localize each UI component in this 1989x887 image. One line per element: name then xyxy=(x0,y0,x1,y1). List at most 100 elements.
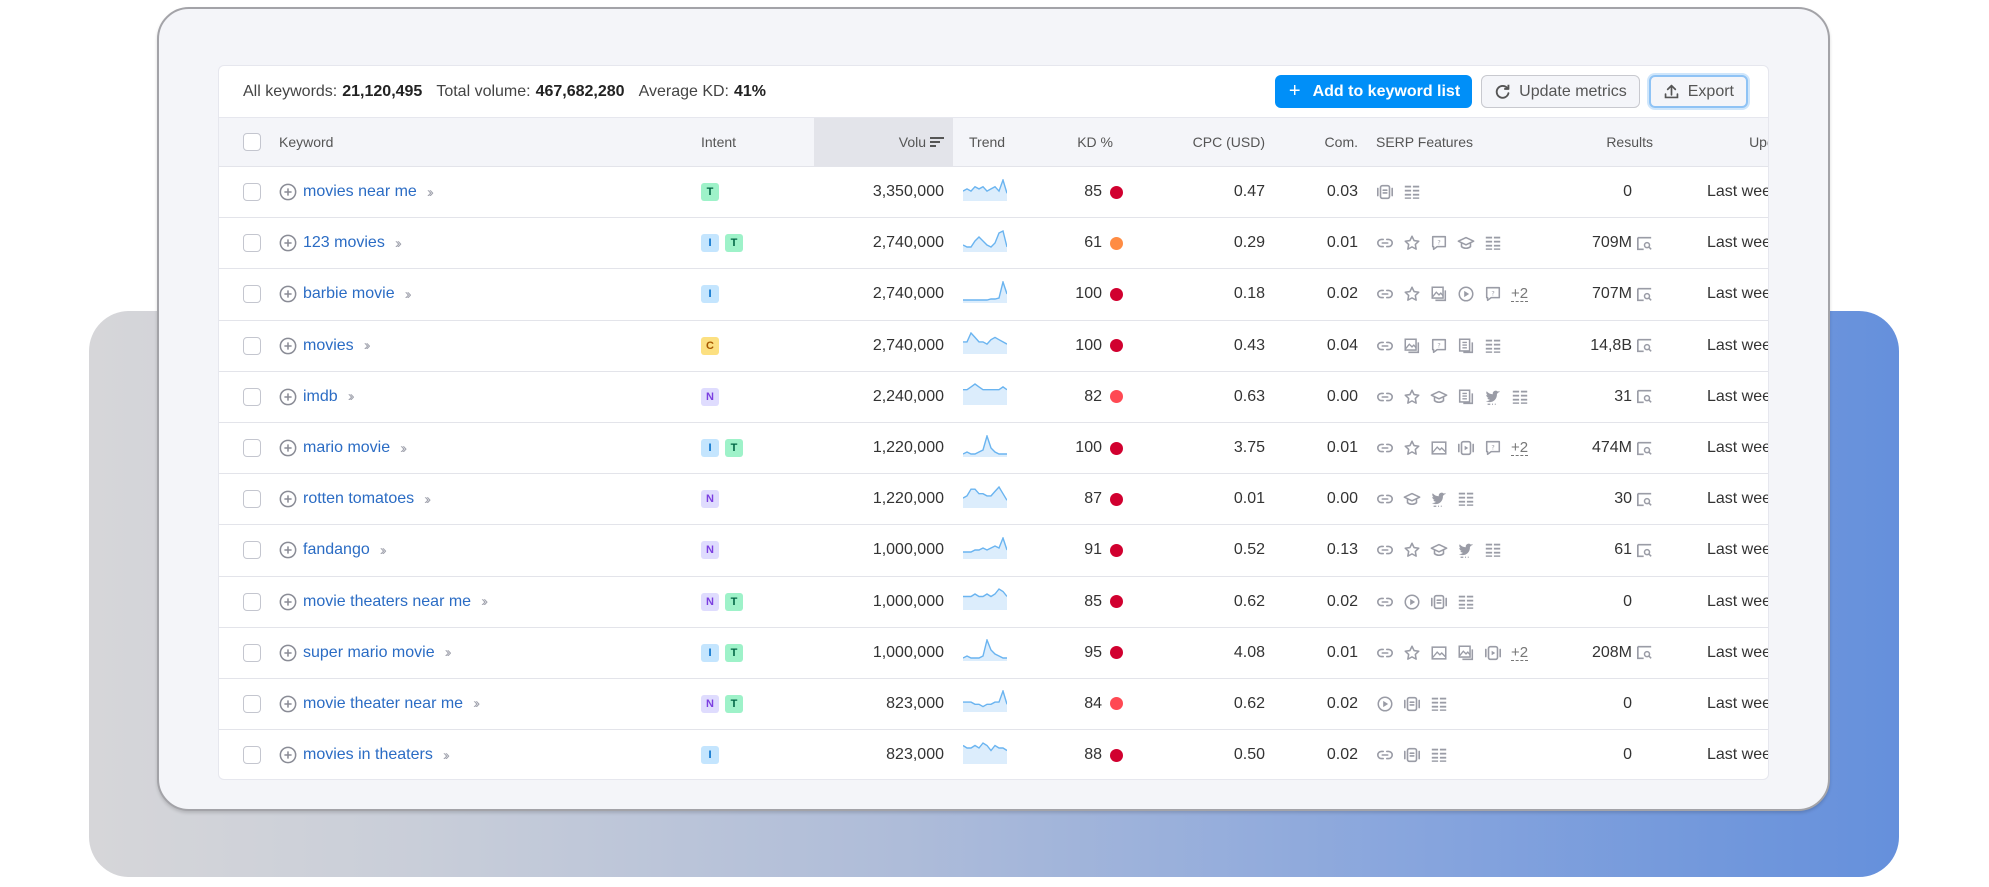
keyword-details-arrow-icon[interactable]: ›› xyxy=(364,337,371,354)
column-intent[interactable]: Intent xyxy=(689,134,814,150)
row-checkbox[interactable] xyxy=(243,285,261,304)
row-checkbox[interactable] xyxy=(243,541,261,560)
row-checkbox[interactable] xyxy=(243,387,261,406)
add-keyword-icon[interactable] xyxy=(279,388,297,406)
column-trend[interactable]: Trend xyxy=(953,134,1023,150)
add-keyword-icon[interactable] xyxy=(279,746,297,764)
column-competition[interactable]: Com. xyxy=(1265,134,1358,150)
keyword-details-arrow-icon[interactable]: ›› xyxy=(445,644,452,661)
row-checkbox[interactable] xyxy=(243,439,261,458)
row-checkbox[interactable] xyxy=(243,183,261,202)
add-keyword-icon[interactable] xyxy=(279,183,297,201)
serp-more-link[interactable]: +2 xyxy=(1511,286,1529,303)
keyword-details-arrow-icon[interactable]: ›› xyxy=(473,695,480,712)
add-keyword-icon[interactable] xyxy=(279,439,297,457)
volume-value: 2,740,000 xyxy=(872,336,944,354)
export-button[interactable]: Export xyxy=(1648,75,1748,108)
select-all-checkbox[interactable] xyxy=(243,133,261,151)
view-serp-icon[interactable] xyxy=(1636,543,1653,558)
results-value: 707M xyxy=(1591,285,1632,303)
keyword-details-arrow-icon[interactable]: ›› xyxy=(443,747,450,764)
column-kd[interactable]: KD % xyxy=(1023,134,1123,150)
column-results[interactable]: Results xyxy=(1552,134,1653,150)
keyword-link[interactable]: super mario movie xyxy=(303,644,435,662)
keyword-link[interactable]: 123 movies xyxy=(303,234,385,252)
cpc-value: 0.43 xyxy=(1233,336,1265,354)
row-checkbox[interactable] xyxy=(243,746,261,765)
keyword-link[interactable]: rotten tomatoes xyxy=(303,490,414,508)
column-keyword[interactable]: Keyword xyxy=(279,134,689,150)
twitter-icon xyxy=(1431,492,1447,508)
add-keyword-icon[interactable] xyxy=(279,644,297,662)
list-icon xyxy=(1404,185,1420,199)
keyword-link[interactable]: movies near me xyxy=(303,183,417,201)
table-row: super mario movie ›› IT 1,000,000 95 4.0… xyxy=(219,628,1768,679)
table-row: fandango ›› N 1,000,000 91 0.52 0.13 61 … xyxy=(219,525,1768,577)
trend-sparkline-chart xyxy=(963,689,1008,713)
add-keyword-icon[interactable] xyxy=(279,337,297,355)
serp-more-link[interactable]: +2 xyxy=(1511,645,1529,661)
average-kd-label: Average KD: xyxy=(638,82,729,100)
education-icon xyxy=(1403,493,1421,506)
add-keyword-icon[interactable] xyxy=(279,695,297,713)
keyword-link[interactable]: barbie movie xyxy=(303,285,395,303)
results-value: 709M xyxy=(1591,234,1632,252)
volume-value: 1,220,000 xyxy=(872,439,944,457)
view-serp-icon[interactable] xyxy=(1636,287,1653,302)
view-serp-icon[interactable] xyxy=(1636,492,1653,507)
intent-badges: IT xyxy=(689,643,814,662)
keyword-link[interactable]: imdb xyxy=(303,388,338,406)
serp-features: ? +2 xyxy=(1358,439,1552,457)
competition-value: 0.01 xyxy=(1326,234,1358,252)
serp-more-link[interactable]: +2 xyxy=(1511,440,1529,457)
keyword-details-arrow-icon[interactable]: ›› xyxy=(348,388,355,405)
keyword-link[interactable]: mario movie xyxy=(303,439,390,457)
add-keyword-icon[interactable] xyxy=(279,593,297,611)
row-checkbox[interactable] xyxy=(243,336,261,355)
row-checkbox[interactable] xyxy=(243,592,261,611)
row-checkbox[interactable] xyxy=(243,643,261,662)
kd-value: 100 xyxy=(1075,439,1102,457)
keyword-details-arrow-icon[interactable]: ›› xyxy=(405,286,412,303)
kd-difficulty-dot-icon xyxy=(1110,236,1123,250)
intent-badge-i: I xyxy=(701,746,719,765)
kd-difficulty-dot-icon xyxy=(1110,287,1123,301)
add-keyword-icon[interactable] xyxy=(279,234,297,252)
total-volume-label: Total volume: xyxy=(436,82,531,100)
keyword-link[interactable]: movie theaters near me xyxy=(303,593,471,611)
keyword-details-arrow-icon[interactable]: ›› xyxy=(481,593,488,610)
row-checkbox[interactable] xyxy=(243,490,261,509)
add-to-keyword-list-button[interactable]: + Add to keyword list xyxy=(1274,75,1473,108)
view-serp-icon[interactable] xyxy=(1636,338,1653,353)
keyword-link[interactable]: fandango xyxy=(303,541,370,559)
view-serp-icon[interactable] xyxy=(1636,645,1653,660)
kd-value: 100 xyxy=(1075,336,1102,354)
row-checkbox[interactable] xyxy=(243,694,261,713)
view-serp-icon[interactable] xyxy=(1636,236,1653,251)
column-serp-features[interactable]: SERP Features xyxy=(1358,134,1552,150)
view-serp-icon[interactable] xyxy=(1636,441,1653,456)
update-metrics-button[interactable]: Update metrics xyxy=(1481,75,1640,108)
keyword-details-arrow-icon[interactable]: ›› xyxy=(380,542,387,559)
keyword-link[interactable]: movies in theaters xyxy=(303,746,433,764)
keyword-details-arrow-icon[interactable]: ›› xyxy=(427,184,434,201)
cpc-value: 0.01 xyxy=(1233,490,1265,508)
intent-badges: T xyxy=(689,183,814,202)
row-checkbox[interactable] xyxy=(243,234,261,253)
keyword-details-arrow-icon[interactable]: ›› xyxy=(400,440,407,457)
keyword-link[interactable]: movies xyxy=(303,337,354,355)
table-header: Keyword Intent Volu Trend KD % CPC (USD)… xyxy=(219,118,1768,167)
add-keyword-icon[interactable] xyxy=(279,490,297,508)
column-updated[interactable]: Updated xyxy=(1653,134,1768,150)
twitter-icon xyxy=(1458,544,1474,559)
keyword-details-arrow-icon[interactable]: ›› xyxy=(395,235,402,252)
view-serp-icon[interactable] xyxy=(1636,389,1653,404)
keyword-details-arrow-icon[interactable]: ›› xyxy=(424,491,431,508)
table-row: movies in theaters ›› I 823,000 88 0.50 … xyxy=(219,730,1768,779)
add-keyword-icon[interactable] xyxy=(279,541,297,559)
column-volume[interactable]: Volu xyxy=(814,118,953,166)
column-cpc[interactable]: CPC (USD) xyxy=(1123,134,1265,150)
add-keyword-icon[interactable] xyxy=(279,285,297,303)
keyword-link[interactable]: movie theater near me xyxy=(303,695,463,713)
kd-value: 82 xyxy=(1084,387,1102,405)
